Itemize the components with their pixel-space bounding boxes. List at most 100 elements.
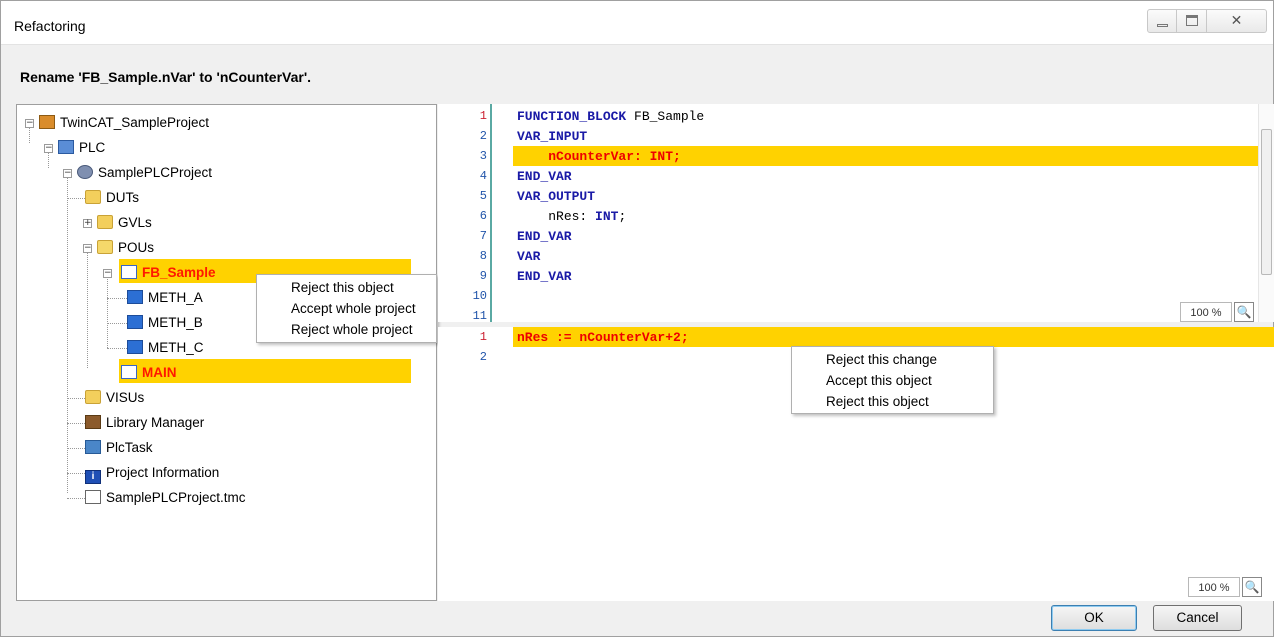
tree-item-label: METH_A <box>148 290 203 305</box>
window-title: Refactoring <box>14 18 86 34</box>
tree-item-meth-a[interactable]: METH_A <box>127 287 203 309</box>
menu-item-reject-whole-project[interactable]: Reject whole project <box>291 322 413 337</box>
collapse-toggle[interactable]: − <box>25 119 34 128</box>
tree-item-gvls[interactable]: GVLs <box>85 212 152 234</box>
line-number: 2 <box>479 350 487 364</box>
menu-item-reject-this-object[interactable]: Reject this object <box>826 394 929 409</box>
line-number: 1 <box>479 330 487 344</box>
project-tree[interactable]: − TwinCAT_SampleProject − PLC − SamplePL… <box>16 104 437 601</box>
tree-item-label: MAIN <box>142 365 177 380</box>
tree-item-plc-project[interactable]: SamplePLCProject <box>77 162 212 184</box>
tree-item-label: PLC <box>79 140 106 155</box>
tree-item-label: POUs <box>118 240 155 255</box>
program-icon <box>121 365 137 379</box>
tree-line <box>67 198 85 199</box>
tree-line <box>67 473 85 474</box>
tree-item-label: FB_Sample <box>142 265 216 280</box>
keyword: FUNCTION_BLOCK <box>517 109 627 124</box>
title-bar: Refactoring ✕ <box>1 1 1273 45</box>
code-text: ; <box>618 209 627 224</box>
keyword: END_VAR <box>517 169 572 184</box>
line-number: 4 <box>479 169 487 183</box>
tree-line <box>107 348 127 349</box>
collapse-toggle[interactable]: − <box>44 144 53 153</box>
info-icon: i <box>85 470 101 484</box>
code-line: END_VAR <box>517 269 572 284</box>
collapse-toggle[interactable]: − <box>103 269 112 278</box>
folder-icon <box>85 390 101 404</box>
function-block-icon <box>121 265 137 279</box>
line-number-gutter: 1 2 <box>438 327 495 601</box>
collapse-toggle[interactable]: − <box>63 169 72 178</box>
tree-line <box>87 248 88 368</box>
tree-item-label: METH_B <box>148 315 203 330</box>
line-number: 8 <box>479 249 487 263</box>
keyword: END_VAR <box>517 269 572 284</box>
code-line: VAR_OUTPUT <box>517 189 595 204</box>
cancel-button[interactable]: Cancel <box>1153 605 1242 631</box>
zoom-level[interactable]: 100 % <box>1180 302 1232 322</box>
vertical-scrollbar[interactable] <box>1258 104 1274 322</box>
tree-item-label: SamplePLCProject.tmc <box>106 490 246 505</box>
tree-item-plctask[interactable]: PlcTask <box>85 437 153 459</box>
menu-item-accept-this-object[interactable]: Accept this object <box>826 373 932 388</box>
tree-item-project[interactable]: TwinCAT_SampleProject <box>39 112 209 134</box>
line-number-gutter: 1 2 3 4 5 6 7 8 9 10 11 <box>438 104 495 323</box>
tree-item-fb-sample[interactable]: FB_Sample <box>121 262 216 284</box>
tree-item-visus[interactable]: VISUs <box>85 387 144 409</box>
tree-line <box>67 498 85 499</box>
tree-item-main[interactable]: MAIN <box>121 362 177 384</box>
ok-button[interactable]: OK <box>1051 605 1137 631</box>
close-button[interactable]: ✕ <box>1207 9 1267 33</box>
change-marker <box>490 104 492 322</box>
tree-line <box>67 448 85 449</box>
folder-icon <box>97 215 113 229</box>
tree-item-label: TwinCAT_SampleProject <box>60 115 210 130</box>
plc-icon <box>58 140 74 154</box>
code-line: END_VAR <box>517 229 572 244</box>
task-icon <box>85 440 101 454</box>
tree-item-meth-b[interactable]: METH_B <box>127 312 203 334</box>
menu-item-reject-this-change[interactable]: Reject this change <box>826 352 937 367</box>
menu-item-accept-whole-project[interactable]: Accept whole project <box>291 301 416 316</box>
tree-item-label: Project Information <box>106 465 220 480</box>
code-line: END_VAR <box>517 169 572 184</box>
changed-code: nCounterVar: INT; <box>548 149 681 164</box>
line-number: 2 <box>479 129 487 143</box>
line-number: 7 <box>479 229 487 243</box>
menu-item-reject-this-object[interactable]: Reject this object <box>291 280 394 295</box>
tree-item-label: METH_C <box>148 340 204 355</box>
tree-item-label: PlcTask <box>106 440 153 455</box>
tree-item-library-manager[interactable]: Library Manager <box>85 412 204 434</box>
tree-item-duts[interactable]: DUTs <box>85 187 139 209</box>
tree-item-pous[interactable]: POUs <box>85 237 154 259</box>
tree-line <box>107 323 127 324</box>
declaration-editor[interactable]: 1 2 3 4 5 6 7 8 9 10 11 FUNCTION_BLOCK F… <box>438 104 1274 323</box>
code-text: nRes: <box>548 209 596 224</box>
tree-context-menu: Reject this object Accept whole project … <box>256 274 437 343</box>
line-number: 3 <box>479 149 487 163</box>
tree-item-project-information[interactable]: i Project Information <box>85 462 219 484</box>
tree-item-meth-c[interactable]: METH_C <box>127 337 204 359</box>
maximize-button[interactable] <box>1177 9 1207 33</box>
tree-item-plc[interactable]: PLC <box>58 137 105 159</box>
zoom-level[interactable]: 100 % <box>1188 577 1240 597</box>
tree-item-tmc-file[interactable]: SamplePLCProject.tmc <box>85 487 246 509</box>
code-line: VAR_INPUT <box>517 129 587 144</box>
line-number: 9 <box>479 269 487 283</box>
tree-line <box>107 273 108 348</box>
minimize-button[interactable] <box>1147 9 1177 33</box>
tree-item-label: SamplePLCProject <box>98 165 213 180</box>
magnifier-icon[interactable]: 🔍 <box>1242 577 1262 597</box>
code-line: VAR <box>517 249 540 264</box>
keyword: VAR <box>517 249 541 264</box>
code-line: nRes: INT; <box>517 209 626 224</box>
scrollbar-thumb[interactable] <box>1261 129 1272 275</box>
magnifier-icon[interactable]: 🔍 <box>1234 302 1254 322</box>
code-line-changed: nCounterVar: INT; <box>517 149 681 164</box>
line-number: 1 <box>479 109 487 123</box>
keyword: VAR_INPUT <box>517 129 588 144</box>
code-context-menu: Reject this change Accept this object Re… <box>791 346 994 414</box>
